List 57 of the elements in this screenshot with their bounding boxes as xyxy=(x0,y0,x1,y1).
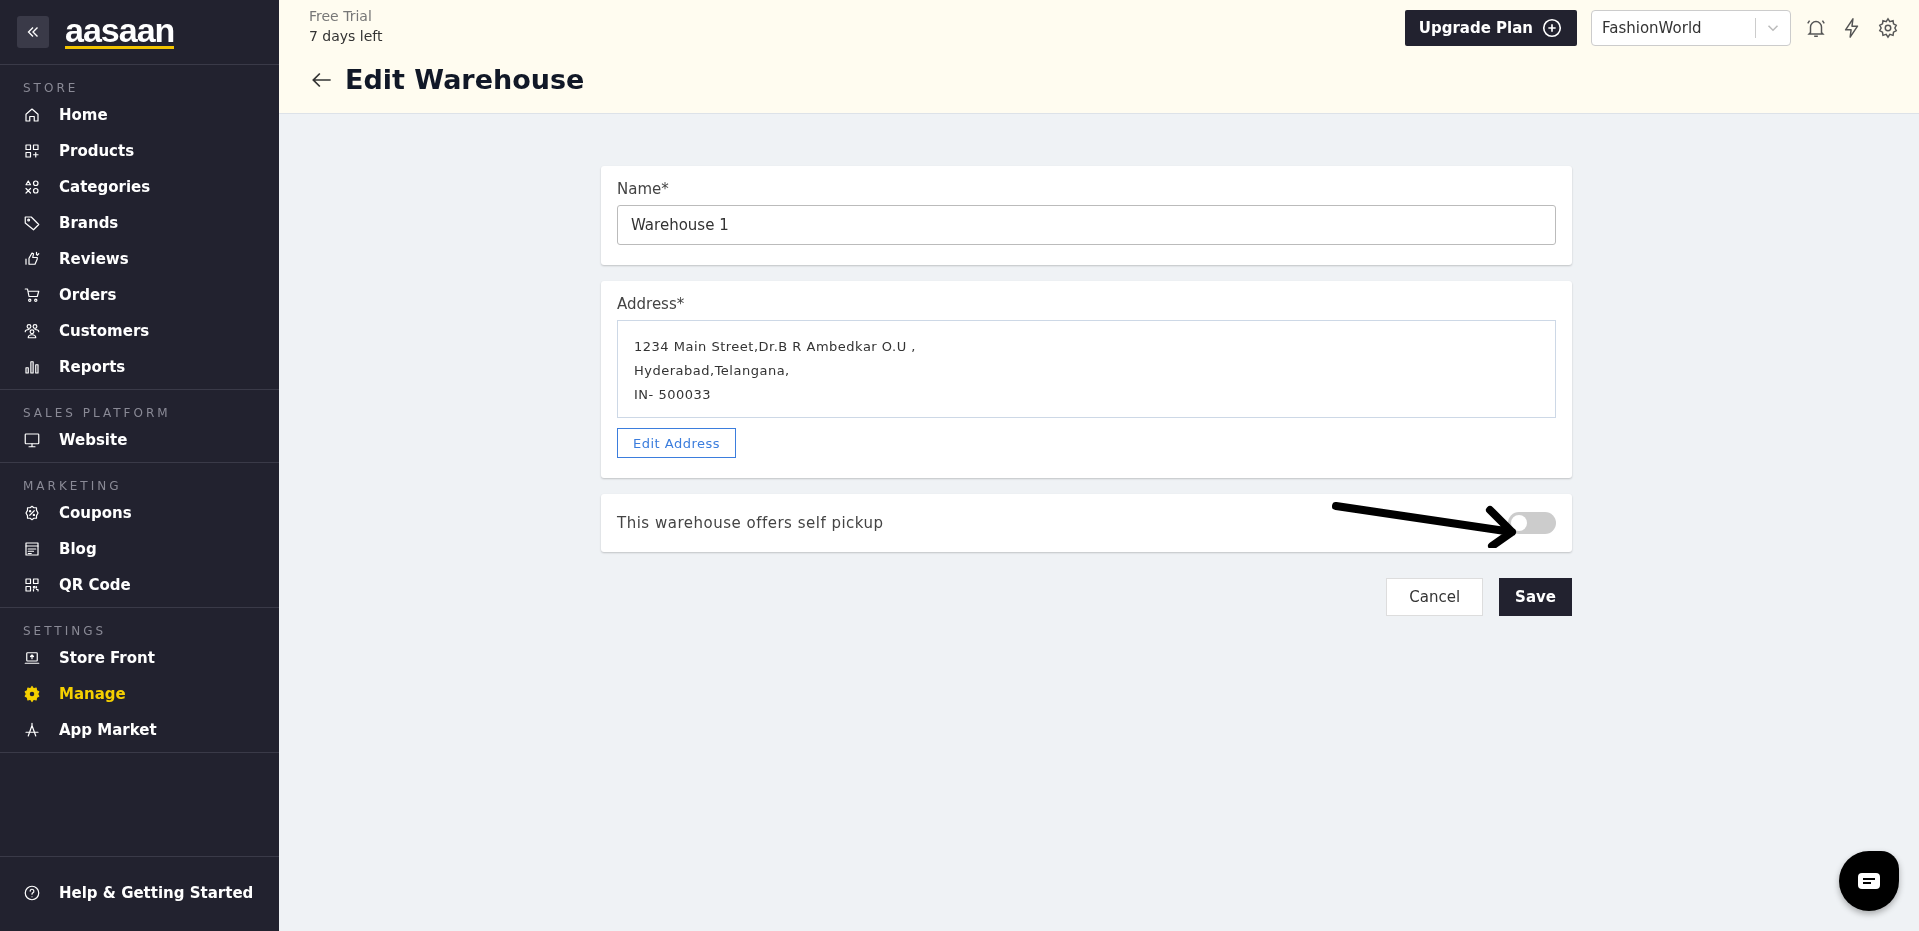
sidebar-item[interactable]: Orders xyxy=(0,277,279,313)
thumbs-up-icon xyxy=(23,250,41,268)
sidebar-item[interactable]: Reviews xyxy=(0,241,279,277)
address-line: IN- 500033 xyxy=(634,386,712,404)
sidebar-item[interactable]: Store Front xyxy=(0,640,279,676)
section-title: SALES PLATFORM xyxy=(22,405,172,422)
gear-icon xyxy=(23,685,41,703)
sidebar-item[interactable]: Products xyxy=(0,133,279,169)
shapes-icon xyxy=(23,178,41,196)
qr-code-icon xyxy=(23,576,41,594)
address-line: Hyderabad,Telangana, xyxy=(634,362,791,380)
sidebar-item[interactable]: Reports xyxy=(0,349,279,385)
help-link[interactable]: Help & Getting Started xyxy=(0,875,279,911)
name-field[interactable]: Warehouse 1 xyxy=(617,205,1556,245)
collapse-button[interactable] xyxy=(17,16,49,48)
store-select[interactable]: FashionWorld xyxy=(1591,10,1791,46)
people-icon xyxy=(23,322,41,340)
sidebar-item[interactable]: Home xyxy=(0,97,279,133)
pickup-toggle[interactable] xyxy=(1508,512,1556,534)
days-left: 7 days left xyxy=(309,27,383,46)
discount-badge-icon xyxy=(23,504,41,522)
document-icon xyxy=(23,540,41,558)
sidebar-item[interactable]: Blog xyxy=(0,531,279,567)
field-label: Address* xyxy=(617,295,686,313)
sidebar-item[interactable]: Customers xyxy=(0,313,279,349)
compass-icon xyxy=(23,721,41,739)
laptop-icon xyxy=(23,649,41,667)
monitor-icon xyxy=(23,431,41,449)
trial-label: Free Trial xyxy=(309,7,373,26)
question-icon xyxy=(23,884,41,902)
pickup-label: This warehouse offers self pickup xyxy=(617,514,884,532)
sidebar-item[interactable]: QR Code xyxy=(0,567,279,603)
upgrade-button[interactable]: Upgrade Plan xyxy=(1404,10,1577,46)
plus-circle-icon xyxy=(1541,17,1563,39)
logo: aasaan xyxy=(65,15,175,49)
section-title: STORE xyxy=(22,80,80,97)
settings-icon[interactable] xyxy=(1877,17,1899,39)
section-title: SETTINGS xyxy=(22,623,108,640)
edit-address-button[interactable]: Edit Address xyxy=(617,428,737,458)
sidebar-item[interactable]: App Market xyxy=(0,712,279,748)
cancel-button[interactable]: Cancel xyxy=(1386,578,1484,616)
field-label: Name* xyxy=(617,180,670,198)
address-line: 1234 Main Street,Dr.B R Ambedkar O.U , xyxy=(634,338,917,356)
home-icon xyxy=(23,106,41,124)
page-title: Edit Warehouse xyxy=(345,64,585,95)
tag-icon xyxy=(23,214,41,232)
save-button[interactable]: Save xyxy=(1499,578,1572,616)
cart-icon xyxy=(23,286,41,304)
sidebar-item[interactable]: Brands xyxy=(0,205,279,241)
sidebar-item[interactable]: Coupons xyxy=(0,495,279,531)
chat-icon xyxy=(1857,872,1881,890)
section-title: MARKETING xyxy=(22,478,123,495)
sidebar-item[interactable]: Categories xyxy=(0,169,279,205)
sidebar-item[interactable]: Website xyxy=(0,422,279,458)
sidebar-item[interactable]: Manage xyxy=(0,676,279,712)
grid-plus-icon xyxy=(23,142,41,160)
bar-chart-icon xyxy=(23,358,41,376)
